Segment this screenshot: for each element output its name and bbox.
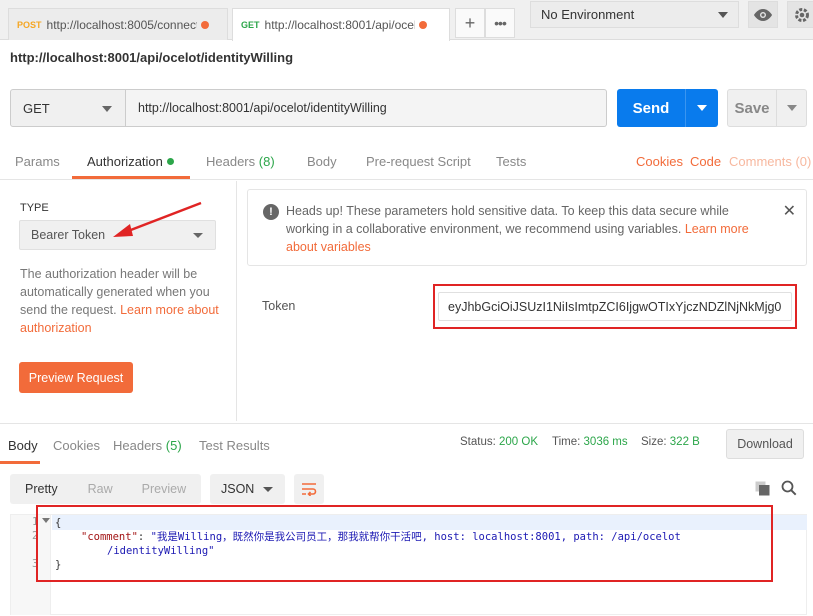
time-meta: Time: 3036 ms — [552, 436, 628, 448]
active-tab-indicator — [0, 461, 40, 464]
status-meta: Status: 200 OK — [460, 436, 538, 448]
line-number: 2 — [32, 530, 39, 542]
active-line-highlight — [52, 515, 807, 530]
line-gutter: 1 2 3 — [11, 515, 51, 615]
code-close-brace: } — [55, 559, 62, 571]
time-value: 3036 ms — [583, 436, 628, 448]
annotation-arrow-icon — [113, 201, 202, 237]
response-type-value: JSON — [221, 482, 255, 496]
tab-params[interactable]: Params — [15, 154, 60, 169]
auth-type-value: Bearer Token — [31, 228, 106, 242]
more-tabs-icon[interactable]: ••• — [485, 8, 515, 38]
response-tab-body[interactable]: Body — [8, 438, 38, 453]
size-label: Size: — [641, 436, 667, 448]
code-link[interactable]: Code — [690, 154, 721, 169]
save-button[interactable]: Save — [727, 89, 807, 127]
chevron-down-icon — [263, 487, 273, 492]
response-type-select[interactable]: JSON — [210, 474, 285, 504]
unsaved-dot-icon — [200, 20, 209, 29]
line-number: 1 — [32, 516, 39, 528]
response-body-editor[interactable]: 1 2 3 { "comment": "我是Willing，既然你是我公司员工，… — [10, 514, 807, 615]
response-tab-headers[interactable]: Headers (5) — [113, 438, 182, 453]
response-headers-count: (5) — [165, 438, 182, 453]
auth-type-label: TYPE — [20, 202, 49, 214]
size-meta: Size: 322 B — [641, 436, 700, 448]
method-badge: GET — [241, 20, 260, 30]
auth-description: The authorization header will be automat… — [20, 265, 225, 337]
fold-arrow-icon[interactable] — [42, 518, 50, 523]
response-tab-cookies[interactable]: Cookies — [53, 438, 100, 453]
comments-link[interactable]: Comments (0) — [729, 154, 811, 169]
time-label: Time: — [552, 436, 581, 448]
tab-headers-label: Headers — [206, 154, 256, 169]
new-tab-plus-icon[interactable]: + — [455, 8, 485, 38]
tab-prerequest-script[interactable]: Pre-request Script — [366, 154, 471, 169]
close-icon[interactable]: ✕ — [783, 201, 796, 221]
headers-count: (8) — [258, 154, 275, 169]
tab-headers[interactable]: Headers (8) — [206, 154, 275, 169]
response-tabs: Body Cookies Headers (5) Test Results St… — [0, 423, 813, 464]
sensitive-data-notice: ! Heads up! These parameters hold sensit… — [247, 189, 807, 266]
notice-message: Heads up! These parameters hold sensitiv… — [286, 204, 729, 236]
request-tabs: Params Authorization Headers (8) Body Pr… — [0, 143, 813, 180]
tab-authorization-label: Authorization — [87, 154, 163, 169]
method-badge: POST — [17, 19, 42, 30]
tab-body[interactable]: Body — [307, 154, 337, 169]
info-icon: ! — [263, 204, 279, 220]
format-pretty[interactable]: Pretty — [25, 482, 58, 496]
environment-quick-look-eye-icon[interactable] — [748, 1, 778, 28]
json-value: "我是Willing，既然你是我公司员工，那我就帮你干活吧, host: loc… — [150, 531, 681, 543]
status-value: 200 OK — [499, 436, 539, 448]
format-toggle-group: Pretty Raw Preview — [10, 474, 201, 504]
environment-select[interactable]: No Environment — [530, 1, 739, 28]
search-icon[interactable] — [781, 480, 797, 496]
notice-text: Heads up! These parameters hold sensitiv… — [286, 202, 766, 256]
chevron-down-icon — [102, 106, 112, 112]
tab-tests[interactable]: Tests — [496, 154, 526, 169]
response-headers-label: Headers — [113, 438, 163, 453]
download-button[interactable]: Download — [726, 429, 804, 459]
json-key: "comment" — [81, 531, 138, 543]
send-options-chevron-icon[interactable] — [697, 105, 707, 111]
active-dot-icon — [166, 158, 174, 165]
tab-bar: POST http://localhost:8005/connect/t GET… — [0, 0, 813, 41]
cookies-link[interactable]: Cookies — [636, 154, 683, 169]
send-label: Send — [632, 99, 670, 117]
http-method-select[interactable]: GET — [10, 89, 126, 127]
manage-environments-gear-icon[interactable] — [787, 1, 813, 28]
format-raw[interactable]: Raw — [88, 482, 113, 496]
tab-authorization[interactable]: Authorization — [87, 154, 174, 169]
json-colon: : — [137, 531, 151, 543]
json-value-continued: /identityWilling" — [107, 545, 215, 557]
response-tab-test-results[interactable]: Test Results — [199, 438, 270, 453]
token-label: Token — [262, 299, 296, 313]
chevron-down-icon — [718, 12, 728, 18]
method-label: GET — [23, 100, 50, 116]
preview-request-button[interactable]: Preview Request — [19, 362, 133, 393]
request-tab-post[interactable]: POST http://localhost:8005/connect/t — [8, 8, 228, 40]
environment-label: No Environment — [541, 7, 635, 22]
save-options-chevron-icon[interactable] — [787, 105, 797, 111]
size-value: 322 B — [669, 436, 700, 448]
request-title: http://localhost:8001/api/ocelot/identit… — [10, 50, 294, 65]
line-number: 3 — [32, 558, 39, 570]
status-label: Status: — [460, 436, 496, 448]
format-preview[interactable]: Preview — [142, 482, 186, 496]
token-input[interactable] — [438, 292, 792, 321]
save-label: Save — [734, 99, 770, 117]
tab-url: http://localhost:8005/connect/t — [46, 17, 197, 32]
request-tab-get[interactable]: GET http://localhost:8001/api/ocelot/ — [232, 8, 450, 41]
send-button[interactable]: Send — [617, 89, 718, 127]
unsaved-dot-icon — [418, 21, 427, 29]
code-open-brace: { — [55, 517, 62, 529]
code-line-2: "comment": "我是Willing，既然你是我公司员工，那我就帮你干活吧… — [81, 530, 681, 544]
url-input[interactable] — [126, 89, 607, 127]
wrap-lines-icon[interactable] — [294, 474, 324, 504]
active-tab-indicator — [72, 176, 190, 179]
tab-url: http://localhost:8001/api/ocelot/ — [264, 18, 415, 32]
copy-icon[interactable] — [755, 481, 770, 496]
